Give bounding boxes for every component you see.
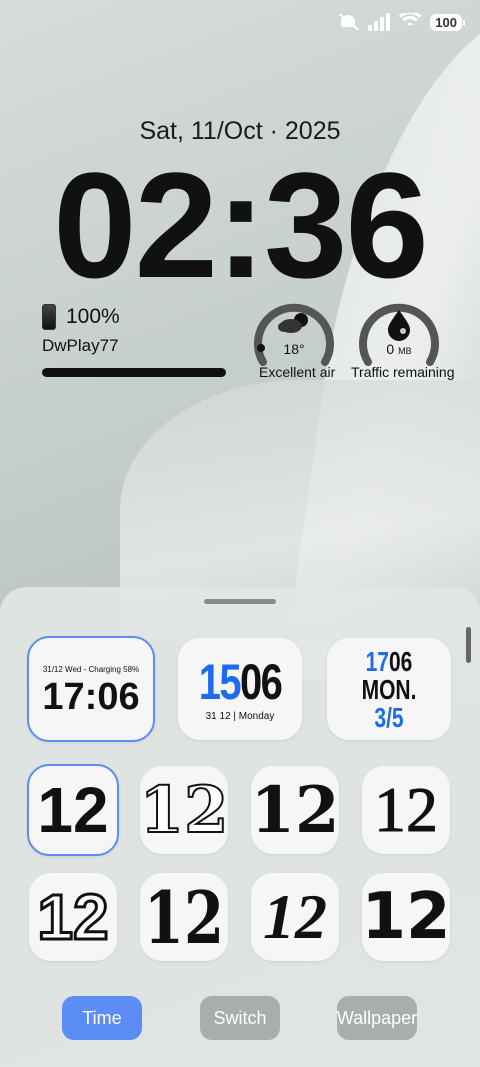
scrollbar[interactable] [466,627,471,663]
traffic-label: Traffic remaining [351,364,455,380]
weather-label: Excellent air [259,364,336,380]
font-style-3[interactable]: 12 [251,766,339,854]
tab-switch[interactable]: Switch [200,996,280,1040]
status-bar: 100 [337,10,465,34]
signal-icon [368,13,391,31]
clock-style-3[interactable]: 1706 MON. 3/5 [327,638,451,740]
battery-indicator: 100 [430,13,465,31]
wifi-icon [399,13,422,31]
traffic-value: 0 MB [386,341,412,357]
font-style-5[interactable]: 12 [29,873,117,961]
font-style-7[interactable]: 12 [251,873,339,961]
font-style-4[interactable]: 12 [362,766,450,854]
clock-style-2[interactable]: 1506 31 12 | Monday [178,638,302,740]
device-name: DwPlay77 [42,336,119,355]
battery-widget[interactable]: 100% DwPlay77 [42,304,226,377]
battery-percent: 100% [66,305,120,328]
tab-wallpaper[interactable]: Wallpaper [337,996,417,1040]
font-style-1[interactable]: 12 [27,764,119,856]
font-style-8[interactable]: 12 [362,873,450,961]
tab-time[interactable]: Time [62,996,142,1040]
battery-level-bar [42,368,226,377]
water-drop-icon [388,310,410,341]
mute-icon [337,13,359,31]
cloud-sun-icon [278,313,308,333]
phone-icon [42,304,56,330]
sheet-handle[interactable] [204,599,276,604]
weather-temp: 18° [283,341,305,357]
clock-style-1[interactable]: 31/12 Wed - Charging 58% 17:06 [27,636,155,742]
font-style-6[interactable]: 12 [140,873,228,961]
style-picker-sheet: 31/12 Wed - Charging 58% 17:06 1506 31 1… [0,587,480,1067]
font-style-2[interactable]: 12 [140,766,228,854]
lockscreen-clock[interactable]: 02:36 [0,140,480,310]
